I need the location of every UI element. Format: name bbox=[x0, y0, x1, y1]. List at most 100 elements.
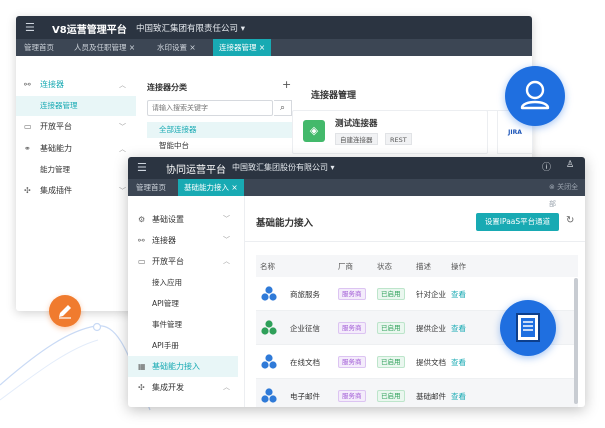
status-badge: 已启用 bbox=[377, 390, 405, 402]
tab-watermark[interactable]: 水印设置 × bbox=[157, 39, 196, 56]
status-badge: 已启用 bbox=[377, 356, 405, 368]
row-description: 提供文档 bbox=[416, 358, 446, 367]
column-header: 厂商 bbox=[338, 262, 353, 271]
page-title: 基础能力接入 bbox=[256, 218, 314, 229]
chevron-down-icon: ﹀ bbox=[223, 215, 230, 223]
back-title-bar: ☰ V8运营管理平台 中国致汇集团有限责任公司 ▾ bbox=[16, 16, 532, 39]
search-icon[interactable]: ⌕ bbox=[274, 100, 292, 116]
app-title: 协同运营平台 bbox=[166, 165, 226, 176]
back-sidebar: ⚯ 连接器 ︿ 连接器管理 ▭ 开放平台 ﹀ ⚭ 基础能力 ︿ 能力管理 ✣ 集… bbox=[16, 74, 136, 202]
tag: REST bbox=[385, 133, 412, 145]
front-sidebar: ⚙ 基础设置 ﹀ ⚯ 连接器 ﹀ ▭ 开放平台 ︿ 接入应用 API管理 事件管… bbox=[128, 209, 238, 398]
service-logo-icon bbox=[261, 320, 277, 335]
sidebar-item-connector[interactable]: ⚯ 连接器 ︿ bbox=[16, 74, 136, 96]
sidebar-item-integration-dev[interactable]: ✣ 集成开发 ︿ bbox=[128, 377, 238, 398]
chevron-down-icon: ﹀ bbox=[119, 123, 126, 131]
document-icon bbox=[516, 313, 540, 342]
page-title: 连接器管理 bbox=[311, 91, 357, 101]
sidebar-item-basic-ability-access[interactable]: ▦ 基础能力接入 bbox=[128, 356, 238, 377]
table-row[interactable]: 电子邮件 服务商 已启用 基础邮件 查看 bbox=[256, 379, 578, 407]
user-avatar-badge bbox=[505, 66, 565, 126]
sidebar-item-api-manage[interactable]: API管理 bbox=[128, 293, 238, 314]
close-all-tabs[interactable]: ⊗ 关闭全部 bbox=[549, 179, 585, 213]
settings-icon: ⚙ bbox=[138, 215, 146, 224]
category-node-all[interactable]: 全部连接器 bbox=[147, 122, 293, 138]
front-title-bar: ☰ 协同运营平台 中国致汇集团股份有限公司 ▾ ⓘ ♙ bbox=[128, 157, 585, 179]
column-header: 名称 bbox=[260, 262, 275, 271]
row-name: 电子邮件 bbox=[290, 392, 320, 401]
sidebar-item-connector[interactable]: ⚯ 连接器 ﹀ bbox=[128, 230, 238, 251]
sidebar-item-open-platform[interactable]: ▭ 开放平台 ︿ bbox=[128, 251, 238, 272]
tab-basic-ability-access[interactable]: 基础能力接入 × bbox=[178, 179, 244, 196]
grid-icon: ▦ bbox=[138, 362, 146, 371]
sidebar-item-plugins[interactable]: ✣ 集成插件 ﹀ bbox=[16, 180, 136, 202]
tab-connector[interactable]: 连接器管理 × bbox=[213, 39, 272, 56]
sidebar-item-event-manage[interactable]: 事件管理 bbox=[128, 314, 238, 335]
org-selector[interactable]: 中国致汇集团有限责任公司 ▾ bbox=[136, 22, 245, 34]
view-link[interactable]: 查看 bbox=[451, 323, 466, 334]
sidebar-item-ability-manage[interactable]: 能力管理 bbox=[16, 160, 136, 180]
menu-icon[interactable]: ☰ bbox=[25, 21, 35, 34]
service-logo-icon bbox=[261, 354, 277, 369]
row-description: 提供企业 bbox=[416, 324, 446, 333]
monitor-icon: ▭ bbox=[138, 257, 146, 266]
tab-home[interactable]: 管理首页 bbox=[136, 179, 166, 196]
vendor-badge: 服务商 bbox=[338, 322, 366, 334]
org-selector[interactable]: 中国致汇集团股份有限公司 ▾ bbox=[232, 162, 335, 173]
vendor-badge: 服务商 bbox=[338, 356, 366, 368]
category-search-input[interactable] bbox=[147, 100, 273, 116]
chevron-down-icon: ﹀ bbox=[223, 236, 230, 244]
connector-icon: ⚯ bbox=[138, 236, 145, 245]
front-window: ☰ 协同运营平台 中国致汇集团股份有限公司 ▾ ⓘ ♙ 管理首页 基础能力接入 … bbox=[128, 157, 585, 407]
column-header: 状态 bbox=[377, 262, 392, 271]
view-link[interactable]: 查看 bbox=[451, 289, 466, 300]
sidebar-item-basic-ability[interactable]: ⚭ 基础能力 ︿ bbox=[16, 138, 136, 160]
vendor-badge: 服务商 bbox=[338, 390, 366, 402]
info-icon[interactable]: ⓘ bbox=[542, 160, 551, 173]
view-link[interactable]: 查看 bbox=[451, 391, 466, 402]
app-title: V8运营管理平台 bbox=[52, 25, 127, 36]
cube-icon: ◈ bbox=[303, 120, 325, 142]
add-category-icon[interactable]: + bbox=[282, 78, 291, 91]
column-header: 操作 bbox=[451, 262, 466, 271]
row-name: 商旅服务 bbox=[290, 290, 320, 299]
plugin-icon: ✣ bbox=[24, 186, 31, 195]
service-logo-icon bbox=[261, 388, 277, 403]
connector-page-header: 连接器管理 bbox=[299, 74, 532, 111]
tab-home[interactable]: 管理首页 bbox=[24, 39, 54, 56]
chevron-up-icon: ︿ bbox=[223, 257, 230, 265]
category-title: 连接器分类 bbox=[147, 83, 187, 92]
table-scrollbar[interactable] bbox=[574, 278, 578, 404]
document-badge bbox=[500, 300, 556, 356]
connector-name: 测试连接器 bbox=[335, 119, 378, 129]
user-icon[interactable]: ♙ bbox=[566, 160, 574, 170]
category-node-smart[interactable]: 智能中台 bbox=[147, 138, 293, 154]
pencil-icon bbox=[59, 305, 71, 319]
connector-card[interactable]: ◈ 测试连接器 自建连接器 REST bbox=[292, 110, 488, 154]
ipaas-settings-button[interactable]: 设置IPaaS平台通道 bbox=[476, 213, 559, 231]
sidebar-item-api-manual[interactable]: API手册 bbox=[128, 335, 238, 356]
service-logo-icon bbox=[261, 286, 277, 301]
connector-icon: ⚯ bbox=[24, 80, 31, 89]
chevron-up-icon: ︿ bbox=[119, 81, 126, 89]
plugin-icon: ✣ bbox=[138, 383, 145, 392]
sidebar-item-access-app[interactable]: 接入应用 bbox=[128, 272, 238, 293]
chevron-up-icon: ︿ bbox=[223, 383, 230, 391]
back-tab-bar: 管理首页 人员及任职管理 × 水印设置 × 连接器管理 × bbox=[16, 39, 532, 56]
menu-icon[interactable]: ☰ bbox=[137, 161, 147, 174]
sidebar-item-open-platform[interactable]: ▭ 开放平台 ﹀ bbox=[16, 116, 136, 138]
user-icon bbox=[520, 80, 550, 110]
tag: 自建连接器 bbox=[335, 133, 378, 145]
chevron-down-icon: ﹀ bbox=[119, 187, 126, 195]
sidebar-item-connector-manage[interactable]: 连接器管理 bbox=[16, 96, 136, 116]
tab-staff[interactable]: 人员及任职管理 × bbox=[74, 39, 135, 56]
vendor-badge: 服务商 bbox=[338, 288, 366, 300]
column-header: 描述 bbox=[416, 262, 431, 271]
status-badge: 已启用 bbox=[377, 288, 405, 300]
row-description: 基础邮件 bbox=[416, 392, 446, 401]
view-link[interactable]: 查看 bbox=[451, 357, 466, 368]
sidebar-item-basic-settings[interactable]: ⚙ 基础设置 ﹀ bbox=[128, 209, 238, 230]
edit-badge bbox=[49, 295, 81, 327]
refresh-icon[interactable]: ↻ bbox=[566, 215, 574, 226]
link-icon: ⚭ bbox=[24, 144, 31, 153]
